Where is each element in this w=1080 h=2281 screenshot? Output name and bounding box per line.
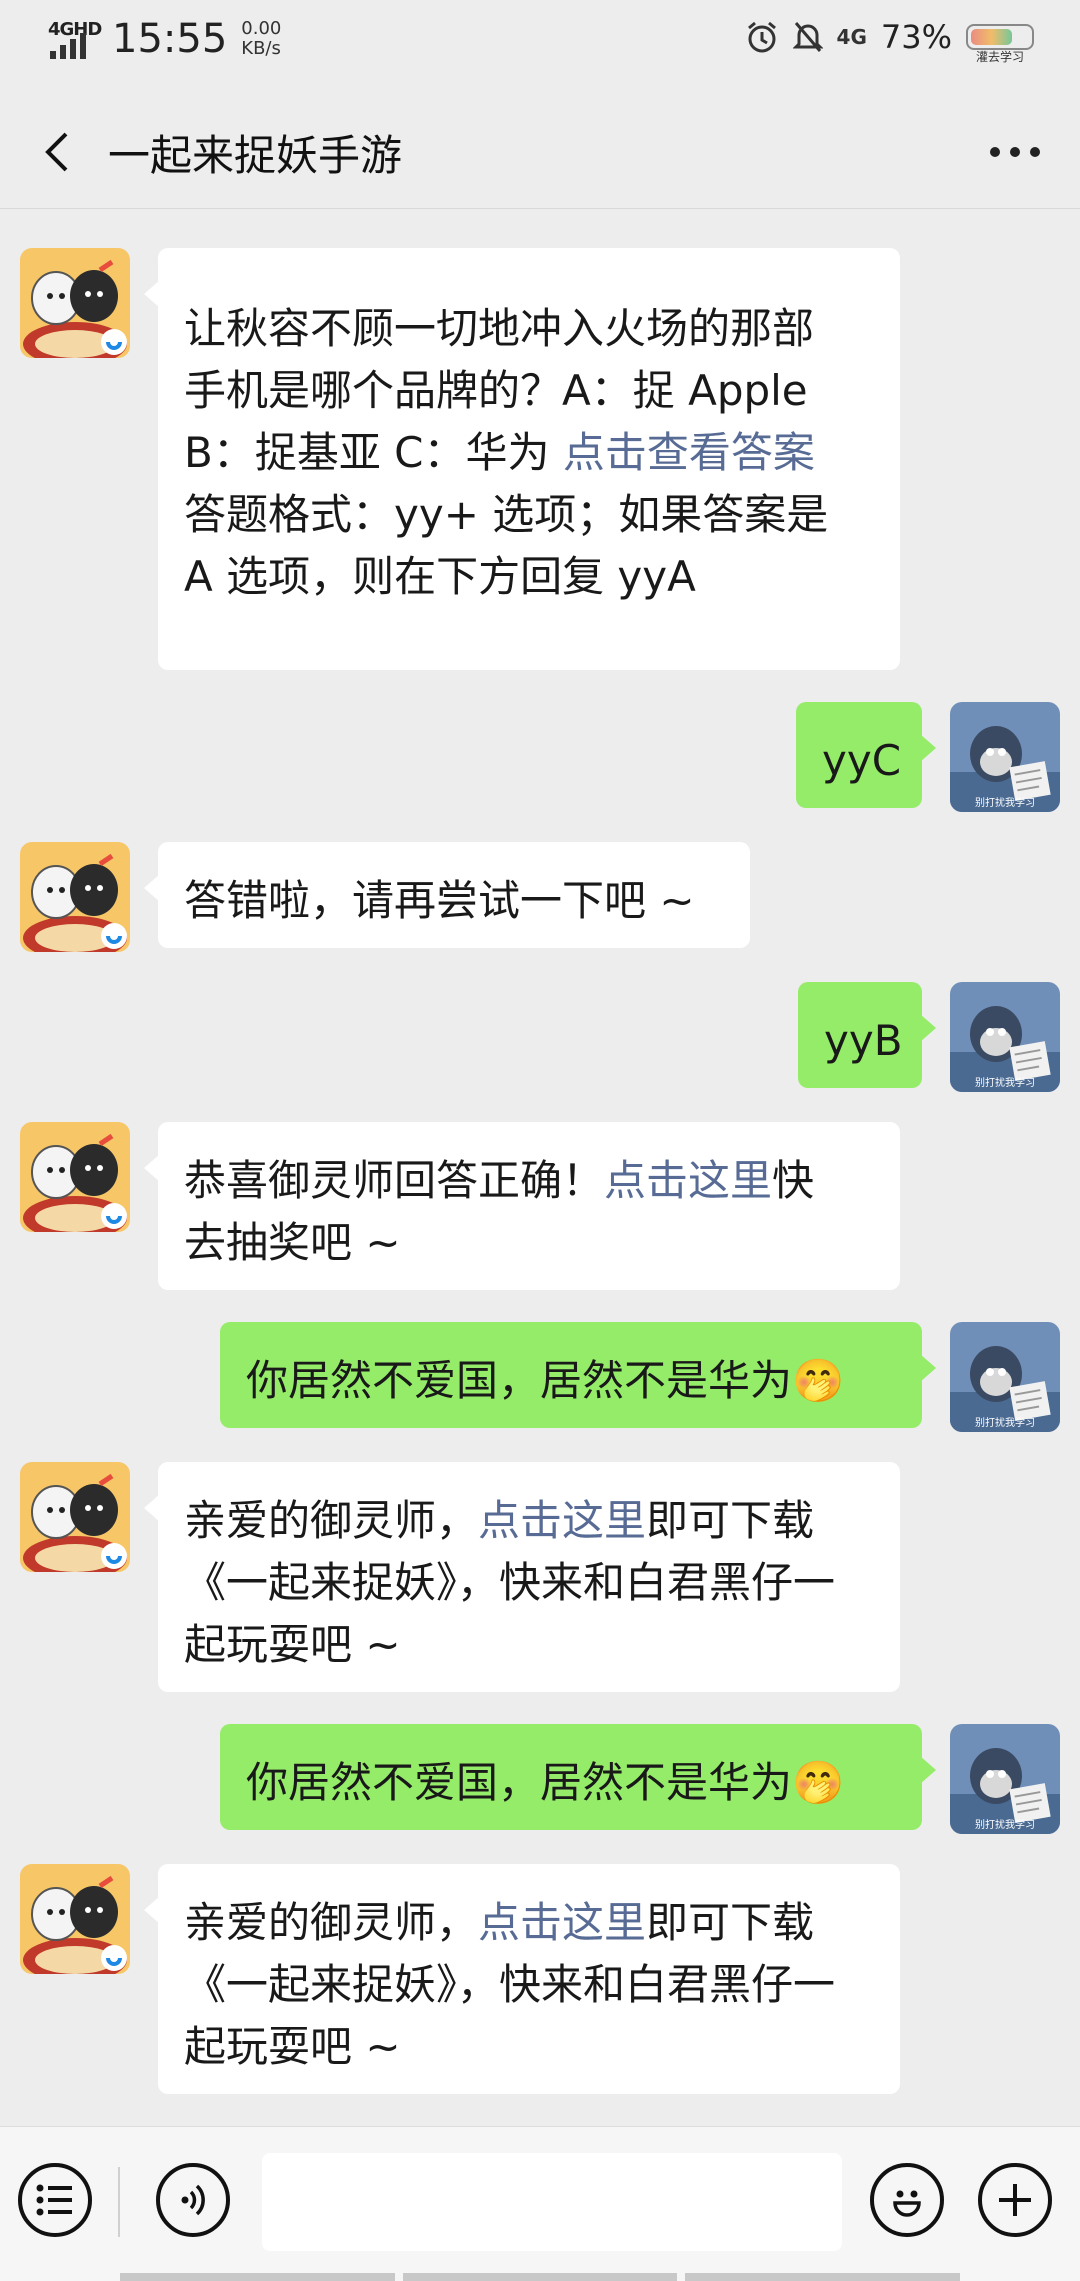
message-text: yyB xyxy=(824,1016,903,1065)
net-speed-value: 0.00 xyxy=(241,18,282,39)
bot-avatar-art xyxy=(20,1462,130,1572)
message-list[interactable]: 让秋容不顾一切地冲入火场的那部 手机是哪个品牌的？A：捉 Apple B：捉基亚… xyxy=(0,210,1080,2120)
message-text: 答错啦，请再尝试一下吧 ~ xyxy=(184,876,695,925)
divider xyxy=(118,2167,120,2237)
user-avatar-art: 别打扰我学习 xyxy=(950,1724,1060,1834)
plus-circle-icon xyxy=(999,2184,1031,2216)
message-text: B：捉基亚 C：华为 xyxy=(184,428,563,477)
user-avatar-art: 别打扰我学习 xyxy=(950,702,1060,812)
message-bubble[interactable]: 恭喜御灵师回答正确！点击这里快 去抽奖吧 ~ xyxy=(144,1122,900,1290)
message-text: yyC xyxy=(822,736,902,785)
add-button[interactable] xyxy=(978,2163,1052,2237)
back-button[interactable] xyxy=(30,122,90,182)
more-button[interactable] xyxy=(980,122,1050,182)
net-speed-unit: KB/s xyxy=(241,38,281,59)
view-answer-link[interactable]: 点击查看答案 xyxy=(563,428,815,477)
user-avatar[interactable]: 别打扰我学习 xyxy=(950,1322,1060,1432)
message-bubble[interactable]: 亲爱的御灵师，点击这里即可下载 《一起来捉妖》，快来和白君黑仔一 起玩耍吧 ~ xyxy=(144,1462,900,1692)
chevron-left-icon xyxy=(45,132,68,172)
message-text: 即可下载 xyxy=(646,1898,815,1947)
menu-button[interactable] xyxy=(18,2163,92,2237)
bot-avatar-art xyxy=(20,248,130,358)
message-text: 即可下载 xyxy=(646,1496,815,1545)
battery-caption: 灌去学习 xyxy=(975,50,1024,64)
battery-percent: 73% xyxy=(880,18,952,56)
message-text: 起玩耍吧 ~ xyxy=(184,1620,401,1669)
message-text: 起玩耍吧 ~ xyxy=(184,2022,401,2071)
message-text: 你居然不爱国，居然不是华为 xyxy=(246,1758,793,1807)
message-bubble[interactable]: yyC xyxy=(796,702,936,808)
message-bubble[interactable]: 亲爱的御灵师，点击这里即可下载 《一起来捉妖》，快来和白君黑仔一 起玩耍吧 ~ xyxy=(144,1864,900,2094)
bot-avatar[interactable] xyxy=(20,248,130,358)
message-text: 去抽奖吧 ~ xyxy=(184,1218,401,1267)
bot-avatar[interactable] xyxy=(20,1462,130,1572)
svg-text:别打扰我学习: 别打扰我学习 xyxy=(975,1818,1035,1831)
status-bar: 4GHD 15:55 0.00 KB/s 4G 73% 灌去学习 xyxy=(0,0,1080,84)
bot-avatar[interactable] xyxy=(20,1864,130,1974)
message-text: A 选项，则在下方回复 yyA xyxy=(184,552,696,601)
message-bubble[interactable]: 你居然不爱国，居然不是华为🤭 xyxy=(220,1724,936,1830)
bot-avatar[interactable] xyxy=(20,842,130,952)
click-here-link[interactable]: 点击这里 xyxy=(478,1898,646,1947)
user-avatar-art: 别打扰我学习 xyxy=(950,1322,1060,1432)
bot-avatar-art xyxy=(20,1864,130,1974)
message-text: 手机是哪个品牌的？A：捉 Apple xyxy=(184,366,808,415)
message-text: 答题格式：yy+ 选项；如果答案是 xyxy=(184,490,829,539)
message-bubble[interactable]: 你居然不爱国，居然不是华为🤭 xyxy=(220,1322,936,1428)
click-here-link[interactable]: 点击这里 xyxy=(478,1496,646,1545)
message-text: 《一起来捉妖》，快来和白君黑仔一 xyxy=(184,1960,836,2009)
message-text: 亲爱的御灵师， xyxy=(184,1496,479,1545)
user-avatar[interactable]: 别打扰我学习 xyxy=(950,982,1060,1092)
network-4g: 4G xyxy=(836,25,867,49)
svg-text:别打扰我学习: 别打扰我学习 xyxy=(975,1416,1035,1429)
emoji-icon: 🤭 xyxy=(792,1356,845,1405)
emoji-smile-icon xyxy=(893,2190,921,2217)
input-bar xyxy=(0,2126,1080,2281)
message-input[interactable] xyxy=(262,2153,842,2251)
battery-icon: 灌去学习 xyxy=(966,24,1034,64)
bot-avatar-art xyxy=(20,842,130,952)
user-avatar-art: 别打扰我学习 xyxy=(950,982,1060,1092)
message-bubble[interactable]: 让秋容不顾一切地冲入火场的那部 手机是哪个品牌的？A：捉 Apple B：捉基亚… xyxy=(144,248,900,670)
message-text: 让秋容不顾一切地冲入火场的那部 xyxy=(184,304,815,353)
voice-icon xyxy=(181,2184,205,2216)
list-menu-icon xyxy=(36,2184,72,2216)
mute-bell-icon xyxy=(792,22,823,52)
signal-icon: 4GHD xyxy=(46,17,102,61)
chat-header: 一起来捉妖手游 xyxy=(0,96,1080,209)
message-text: 快 xyxy=(772,1156,815,1205)
emoji-button[interactable] xyxy=(870,2163,944,2237)
bot-avatar-art xyxy=(20,1122,130,1232)
user-avatar[interactable]: 别打扰我学习 xyxy=(950,702,1060,812)
voice-button[interactable] xyxy=(156,2163,230,2237)
message-bubble[interactable]: 答错啦，请再尝试一下吧 ~ xyxy=(144,842,750,948)
message-text: 你居然不爱国，居然不是华为 xyxy=(246,1356,793,1405)
click-here-link[interactable]: 点击这里 xyxy=(604,1156,772,1205)
svg-text:别打扰我学习: 别打扰我学习 xyxy=(975,1076,1035,1089)
bot-avatar[interactable] xyxy=(20,1122,130,1232)
net-speed: 0.00 KB/s xyxy=(241,19,281,59)
chat-title: 一起来捉妖手游 xyxy=(108,131,403,180)
emoji-icon: 🤭 xyxy=(792,1758,845,1807)
more-dots-icon xyxy=(990,147,1000,157)
message-text: 恭喜御灵师回答正确！ xyxy=(184,1156,605,1205)
user-avatar[interactable]: 别打扰我学习 xyxy=(950,1724,1060,1834)
message-text: 《一起来捉妖》，快来和白君黑仔一 xyxy=(184,1558,836,1607)
message-bubble[interactable]: yyB xyxy=(798,982,936,1088)
svg-text:别打扰我学习: 别打扰我学习 xyxy=(975,796,1035,809)
clock: 15:55 xyxy=(112,16,228,62)
alarm-icon xyxy=(747,21,776,53)
message-text: 亲爱的御灵师， xyxy=(184,1898,479,1947)
